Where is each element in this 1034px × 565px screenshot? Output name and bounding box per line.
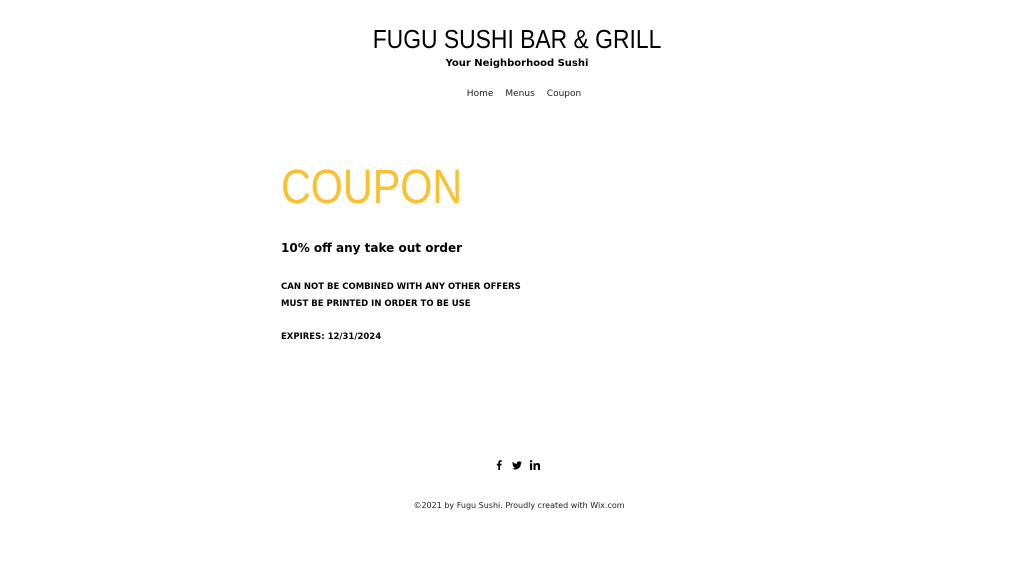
site-tagline: Your Neighborhood Sushi bbox=[445, 58, 589, 69]
terms-line: CAN NOT BE COMBINED WITH ANY OTHER OFFER… bbox=[281, 282, 521, 292]
nav-item-home[interactable]: Home bbox=[467, 87, 494, 101]
main-nav: Home Menus Coupon bbox=[0, 87, 1034, 101]
twitter-icon[interactable] bbox=[512, 459, 522, 471]
facebook-icon[interactable] bbox=[494, 459, 504, 471]
offer-text: 10% off any take out order bbox=[281, 241, 463, 255]
linkedin-icon[interactable] bbox=[530, 459, 540, 471]
nav-item-coupon[interactable]: Coupon bbox=[547, 87, 581, 101]
terms-line: MUST BE PRINTED IN ORDER TO BE USE bbox=[281, 299, 471, 309]
page-heading: COUPON bbox=[281, 161, 463, 214]
site-title[interactable]: FUGU SUSHI BAR & GRILL bbox=[62, 22, 972, 56]
coupon-terms: CAN NOT BE COMBINED WITH ANY OTHER OFFER… bbox=[281, 279, 521, 313]
expiry-text: EXPIRES: 12/31/2024 bbox=[281, 332, 382, 342]
copyright-text: ©2021 by Fugu Sushi. Proudly created wit… bbox=[413, 501, 625, 510]
coupon-section: COUPON 10% off any take out order CAN NO… bbox=[281, 160, 761, 342]
page: FUGU SUSHI BAR & GRILL Your Neighborhood… bbox=[0, 0, 1034, 565]
nav-item-menus[interactable]: Menus bbox=[505, 87, 534, 101]
social-bar bbox=[0, 459, 1034, 471]
